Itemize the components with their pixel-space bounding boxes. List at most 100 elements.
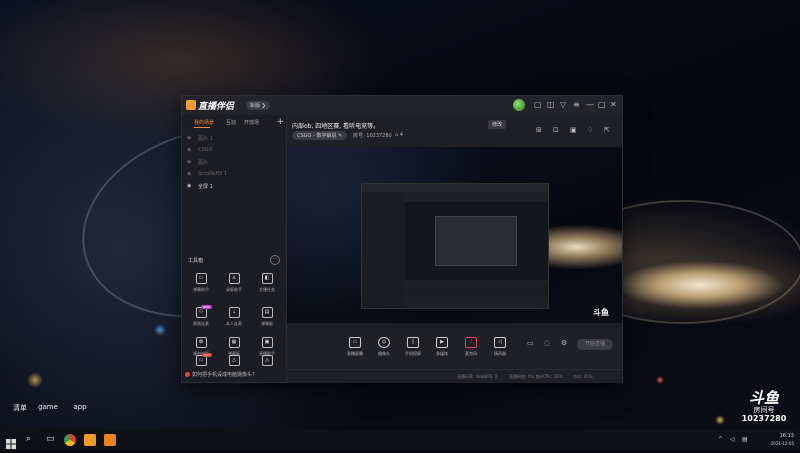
category-pill[interactable]: CSGO - 数字解说 ✎	[292, 131, 348, 140]
bitrate-status: 直播码率: 0kb/s	[457, 374, 487, 379]
tool-label: 主播任务	[259, 287, 275, 292]
hot-badge: HOT	[201, 353, 212, 357]
start-live-button[interactable]: 开始直播	[577, 339, 613, 350]
tool-label: 弹幕姬	[261, 321, 273, 326]
microphone-button[interactable]: ♪ 麦克风	[456, 337, 486, 357]
status-bar: 直播码率: 0kb/s FPS: 0 直播网络: 0% 良好 CPU: 16% …	[287, 369, 622, 383]
eye-icon[interactable]: ◉	[187, 147, 191, 153]
eye-icon[interactable]: ◉	[187, 135, 191, 141]
nested-control-bar	[405, 284, 548, 296]
tip-text: 如何把手机设成电脑摄像头?	[192, 372, 255, 378]
scene-label: 图片 1	[198, 136, 213, 142]
tool-self-link[interactable]: ⇣ 本人连麦	[217, 307, 251, 333]
taskbar-clock[interactable]: 16:13 2021-12-05	[758, 433, 794, 447]
eye-icon[interactable]: ◉	[187, 171, 191, 177]
tool-danmaku-ji[interactable]: ▤ 弹幕姬	[250, 307, 284, 333]
douyu-watermark: 斗鱼	[593, 308, 609, 317]
control-label: 直播屏幕	[347, 351, 363, 356]
tool-danmaku-helper[interactable]: ▭ 弹幕助手	[184, 273, 218, 299]
phone-cast-button[interactable]: ▯ 手机投屏	[398, 337, 428, 357]
nested-left-panel	[362, 192, 404, 308]
task-view-icon[interactable]: ▭	[46, 434, 58, 446]
maximize-icon[interactable]: □	[598, 101, 606, 109]
scene-item[interactable]: ◉ 图片 1	[186, 133, 282, 143]
mic-icon: ♪	[465, 337, 477, 348]
close-icon[interactable]: ✕	[610, 101, 617, 109]
douyu-logo: 斗鱼	[748, 389, 779, 407]
bell-icon[interactable]: ♢	[587, 126, 593, 134]
tool-video-link[interactable]: ⚇ 视频连麦 NEW	[184, 305, 218, 333]
lottery-icon: ✿	[195, 337, 207, 348]
windows-start-icon[interactable]	[6, 434, 18, 449]
scene-item[interactable]: ◉ 图片	[186, 157, 282, 167]
download-icon: ⇣	[228, 307, 240, 318]
phone-icon: ▯	[407, 337, 419, 348]
scene-item[interactable]: ◉ CSGO	[186, 145, 282, 155]
add-scene-icon[interactable]: +	[276, 117, 284, 127]
camera-icon: ◎	[378, 337, 390, 348]
title-bar[interactable]: 直播伴侣 新版 ❯ ▢ ◫ ▽ ≡ — □ ✕	[182, 96, 622, 115]
nested-app-window	[361, 183, 549, 309]
new-badge: NEW	[200, 305, 212, 309]
edit-title-button[interactable]: 修改	[488, 120, 507, 129]
gift-box-icon[interactable]: ⊞	[536, 126, 542, 134]
douyu-room-watermark: 斗鱼 房间号 10237280	[734, 390, 794, 423]
speaker-button[interactable]: ◁ 扬声器	[485, 337, 515, 357]
tray-arrow-icon[interactable]: ^	[718, 436, 723, 443]
tool-more-tools[interactable]: ▭ HOT	[184, 353, 218, 369]
app-logo-text: 直播伴侣	[198, 102, 235, 112]
clock-date: 2021-12-05	[770, 441, 794, 446]
multimedia-button[interactable]: ▶ 多媒体	[427, 337, 457, 357]
eye-icon[interactable]: ◉	[187, 159, 191, 165]
more-icon[interactable]: ⋯	[270, 255, 280, 265]
tab-interact[interactable]: 互动	[226, 119, 236, 126]
shop-icon[interactable]: ▽	[560, 101, 566, 109]
live-companion-taskbar-icon[interactable]	[84, 434, 96, 446]
logo-mark-icon	[186, 100, 196, 110]
control-label: 麦克风	[465, 351, 477, 356]
room-title: 内部ob, 四地区赛, 看听电竞等。	[292, 123, 380, 130]
scene-item[interactable]: ◉ Scroll&Fill 1	[186, 169, 282, 179]
play-icon: ▶	[436, 337, 448, 348]
app-taskbar-icon[interactable]	[104, 434, 116, 446]
save-icon[interactable]: ▣	[570, 126, 577, 134]
menu-icon[interactable]: ≡	[573, 101, 580, 109]
lock-icon[interactable]: ⊡	[553, 126, 559, 134]
fans-value: 4	[399, 132, 403, 138]
tool-streamer-activity[interactable]: △	[217, 355, 251, 369]
settings-icon[interactable]: ⚙	[561, 339, 567, 347]
eye-icon[interactable]: ◉	[187, 183, 191, 189]
left-panel: 我的场景 互动 开放场 + ◉ 图片 1 ◉ CSGO ◉ 图片 ◉ Scrol…	[182, 115, 287, 382]
share-icon[interactable]: ⇱	[604, 126, 610, 134]
volume-icon[interactable]: ◁	[730, 436, 735, 443]
screen-capture-button[interactable]: ▭ 直播屏幕	[340, 337, 370, 357]
gift-icon[interactable]: ◫	[547, 101, 555, 109]
calendar-icon: ▦	[228, 337, 240, 348]
stream-preview[interactable]: 斗鱼	[287, 147, 622, 329]
tool-streamer-log[interactable]: ◬	[250, 355, 284, 369]
source-control-bar: ▭ 直播屏幕 ◎ 摄像头 ▯ 手机投屏 ▶ 多媒体 ♪ 麦克风 ◁ 扬声器 ▭ ◌ ⚙ 开始…	[287, 329, 622, 369]
room-number: 房号: 10237280	[353, 133, 392, 139]
effects-icon[interactable]: ◌	[544, 339, 550, 347]
network-status: 直播网络: 0% 良好	[509, 374, 544, 379]
version-badge[interactable]: 新版 ❯	[246, 101, 270, 110]
chrome-icon[interactable]	[64, 434, 76, 446]
tool-record-helper[interactable]: ♙ 录屏助手	[217, 273, 251, 299]
tab-open[interactable]: 开放场	[244, 119, 259, 126]
toolbox-heading: 工具箱	[188, 258, 204, 264]
phone-camera-tip[interactable]: 如何把手机设成电脑摄像头?	[185, 371, 255, 378]
scene-item[interactable]: ◉ 全屏 1	[186, 181, 282, 191]
doc-icon: ▣	[261, 337, 273, 348]
minimize-icon[interactable]: —	[586, 101, 594, 109]
desktop-icon-app[interactable]: app	[60, 403, 100, 411]
search-icon[interactable]: ⌕	[26, 434, 38, 446]
user-icon: ♙	[228, 273, 240, 284]
camera-button[interactable]: ◎ 摄像头	[369, 337, 399, 357]
avatar[interactable]	[513, 99, 525, 111]
record-icon[interactable]: ▭	[527, 339, 534, 347]
tab-my-scenes[interactable]: 我的场景	[194, 119, 214, 126]
control-label: 摄像头	[378, 351, 390, 356]
message-icon[interactable]: ▢	[534, 101, 542, 109]
tool-streamer-tasks[interactable]: ◧ 主播任务	[250, 273, 284, 299]
network-icon[interactable]: ▤	[742, 436, 748, 443]
